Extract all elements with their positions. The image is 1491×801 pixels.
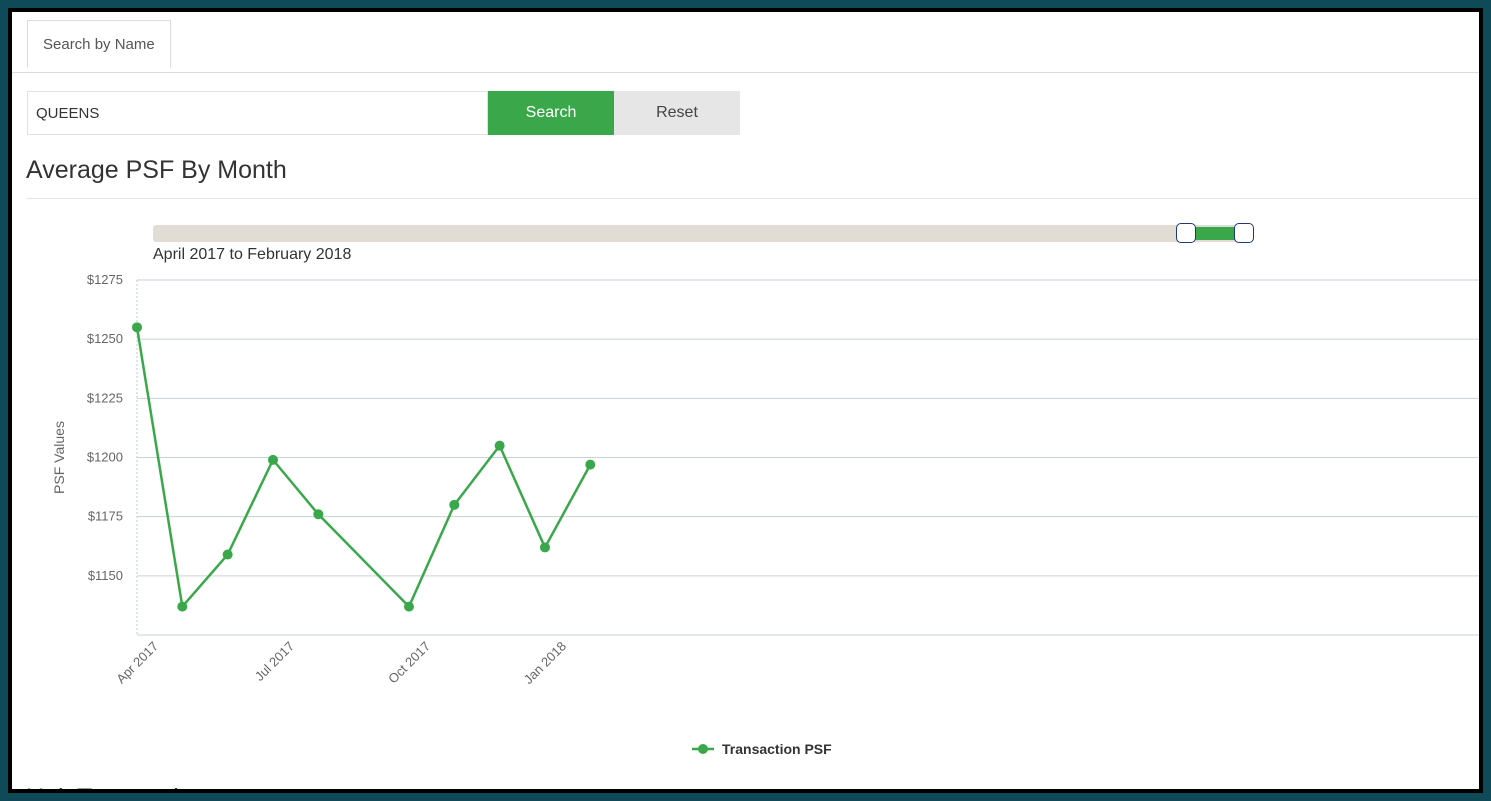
psf-line-chart: $1150 $1175 $1200 $1225 $1250 $1275 PSF Values… bbox=[51, 272, 1479, 757]
x-tick-label: Apr 2017 bbox=[113, 639, 161, 687]
x-tick-label: Jan 2018 bbox=[521, 639, 569, 687]
data-point bbox=[267, 454, 278, 465]
app-window: Search by Name Search Reset Average PSF … bbox=[8, 8, 1483, 793]
y-tick-label: $1200 bbox=[87, 450, 123, 465]
data-point bbox=[585, 459, 596, 470]
x-tick-label: Jul 2017 bbox=[252, 639, 297, 684]
y-tick-label: $1225 bbox=[87, 390, 123, 405]
data-point bbox=[539, 542, 550, 553]
legend-marker bbox=[698, 744, 708, 754]
data-point bbox=[494, 440, 505, 451]
y-tick-label: $1150 bbox=[88, 568, 123, 583]
y-tick-label: $1275 bbox=[87, 272, 123, 287]
data-point bbox=[403, 601, 414, 612]
y-tick-label: $1250 bbox=[87, 331, 123, 346]
data-point bbox=[132, 322, 142, 333]
unit-transactions-heading: Unit Transactions bbox=[26, 784, 219, 789]
legend-label: Transaction PSF bbox=[722, 741, 832, 757]
x-tick-label: Oct 2017 bbox=[385, 639, 433, 687]
data-point bbox=[449, 499, 460, 510]
series-line bbox=[135, 327, 592, 608]
y-tick-label: $1175 bbox=[88, 509, 123, 524]
data-point bbox=[313, 509, 324, 520]
y-axis-title: PSF Values bbox=[51, 421, 67, 494]
data-point bbox=[222, 549, 233, 560]
data-point bbox=[177, 601, 188, 612]
